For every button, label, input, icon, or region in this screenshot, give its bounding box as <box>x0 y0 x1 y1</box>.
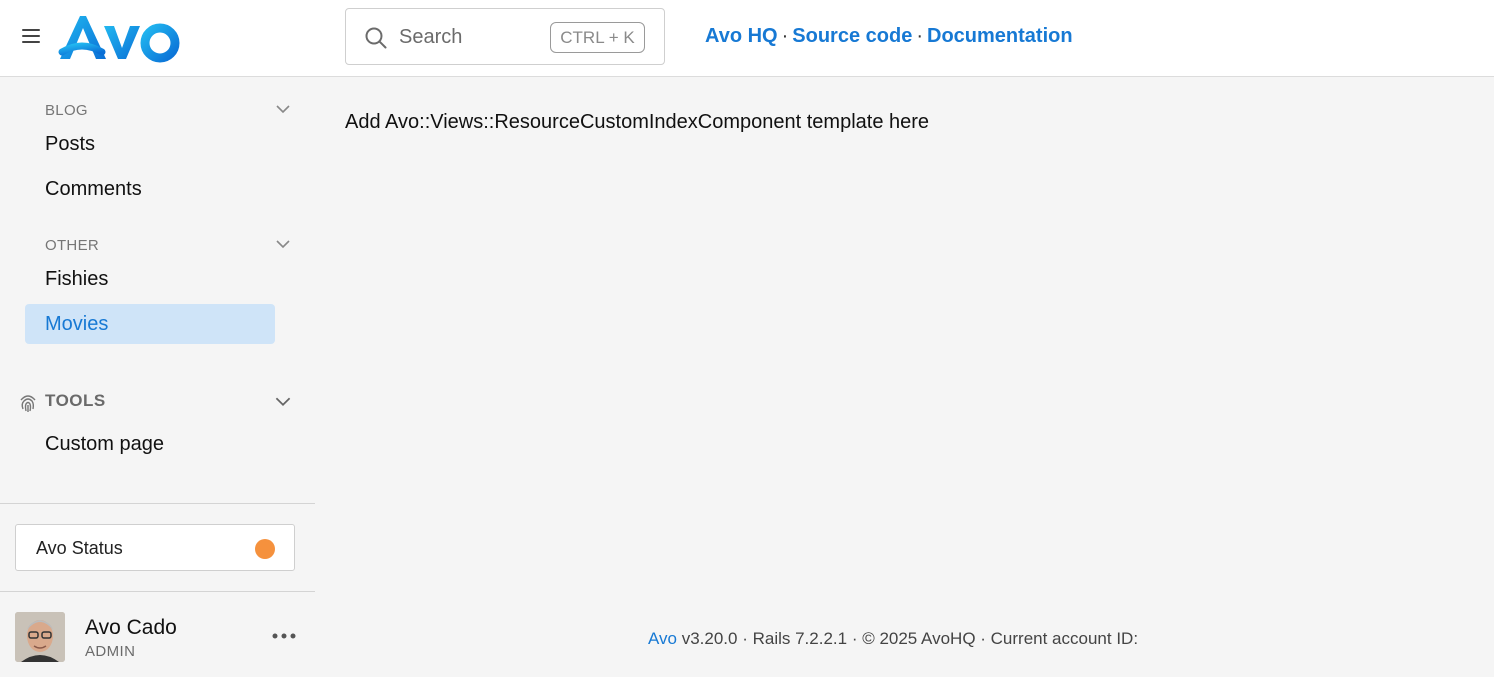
chevron-down-icon[interactable] <box>275 239 291 249</box>
avo-status-button[interactable]: Avo Status <box>15 524 295 571</box>
avo-hq-link[interactable]: Avo HQ <box>705 25 778 47</box>
avo-logo[interactable] <box>56 12 180 64</box>
avatar[interactable] <box>15 612 65 662</box>
user-name: Avo Cado <box>85 616 177 639</box>
section-heading-tools: TOOLS <box>45 391 106 410</box>
sidebar-divider <box>0 591 315 592</box>
sidebar-item-posts[interactable]: Posts <box>25 124 275 164</box>
chevron-down-icon[interactable] <box>275 104 291 114</box>
header-links: Avo HQ · Source code · Documentation <box>705 25 1073 48</box>
search-shortcut-badge: CTRL + K <box>550 22 645 53</box>
link-separator: · <box>916 25 923 47</box>
sidebar-item-comments[interactable]: Comments <box>25 169 275 209</box>
search-box[interactable]: Search CTRL + K <box>345 8 665 65</box>
user-role: ADMIN <box>85 643 136 660</box>
sidebar: BLOG Posts Comments OTHER Fishies Movies… <box>0 77 315 677</box>
sidebar-item-custom-page[interactable]: Custom page <box>25 424 275 464</box>
footer-avo-link[interactable]: Avo <box>648 629 677 648</box>
documentation-link[interactable]: Documentation <box>927 25 1073 47</box>
source-code-link[interactable]: Source code <box>792 25 912 47</box>
fingerprint-icon <box>20 395 36 412</box>
sidebar-item-fishies[interactable]: Fishies <box>25 259 275 299</box>
avo-status-label: Avo Status <box>36 538 123 558</box>
search-placeholder: Search <box>399 26 463 48</box>
sidebar-item-movies[interactable]: Movies <box>25 304 275 344</box>
hamburger-menu-icon[interactable] <box>22 29 40 45</box>
search-icon <box>365 27 387 49</box>
top-bar: Search CTRL + K Avo HQ · Source code · Docum… <box>0 0 1494 77</box>
custom-index-placeholder: Add Avo::Views::ResourceCustomIndexCompo… <box>345 111 930 133</box>
link-separator: · <box>781 25 789 47</box>
footer-text: v3.20.0 · Rails 7.2.2.1 · © 2025 AvoHQ ·… <box>677 629 1139 648</box>
chevron-down-icon[interactable] <box>274 396 292 407</box>
more-options-icon[interactable] <box>270 629 298 643</box>
sidebar-divider <box>0 503 315 504</box>
footer: Avo v3.20.0 · Rails 7.2.2.1 · © 2025 Avo… <box>648 629 1138 649</box>
section-heading-blog: BLOG <box>45 102 88 119</box>
status-indicator-dot <box>255 539 275 559</box>
section-heading-other: OTHER <box>45 237 99 254</box>
